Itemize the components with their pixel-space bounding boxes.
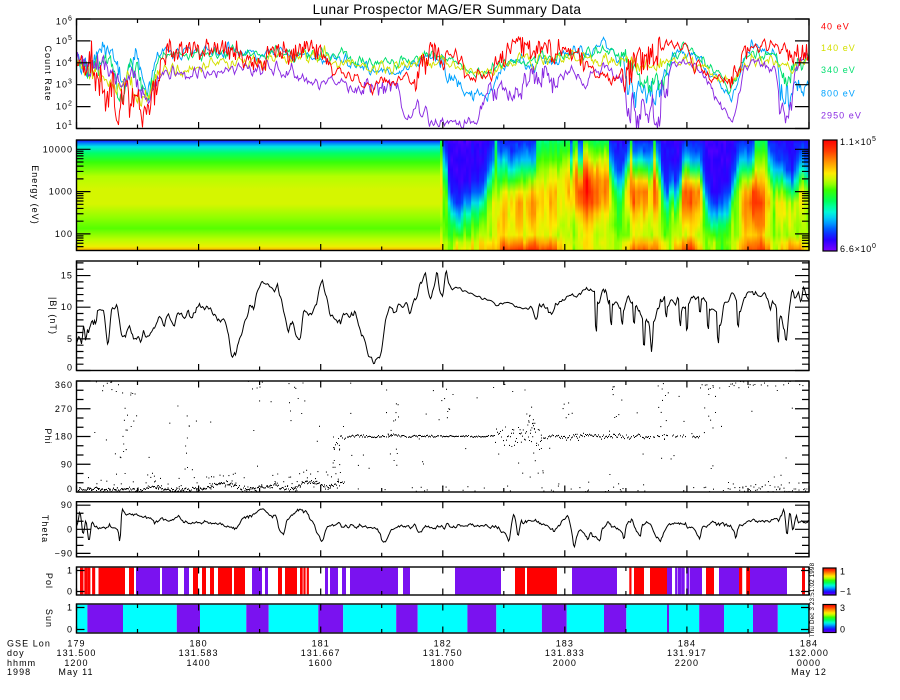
svg-text:131.917: 131.917 — [667, 648, 707, 658]
svg-text:1400: 1400 — [186, 658, 210, 668]
svg-text:40 eV: 40 eV — [821, 22, 850, 32]
svg-text:179: 179 — [67, 638, 85, 648]
svg-text:|B| (nT): |B| (nT) — [48, 297, 58, 335]
svg-text:2950 eV: 2950 eV — [821, 111, 862, 121]
svg-text:131.500: 131.500 — [57, 648, 97, 658]
svg-text:184: 184 — [800, 638, 818, 648]
svg-text:1: 1 — [840, 567, 846, 577]
svg-text:GSE Lon: GSE Lon — [7, 638, 51, 648]
svg-text:132.000: 132.000 — [789, 648, 829, 658]
svg-text:181: 181 — [312, 638, 330, 648]
svg-text:131.750: 131.750 — [423, 648, 463, 658]
svg-text:−1: −1 — [840, 587, 852, 597]
svg-text:131.667: 131.667 — [301, 648, 341, 658]
svg-text:0: 0 — [67, 625, 73, 635]
svg-text:270: 270 — [55, 404, 73, 414]
svg-text:0: 0 — [67, 524, 73, 534]
svg-text:0: 0 — [67, 363, 73, 373]
svg-text:800 eV: 800 eV — [821, 89, 856, 99]
svg-text:May 12: May 12 — [791, 667, 827, 677]
svg-text:0: 0 — [840, 625, 846, 635]
svg-text:Thu Dec 3 23:51:02 1998: Thu Dec 3 23:51:02 1998 — [809, 562, 816, 637]
svg-text:1: 1 — [67, 603, 73, 613]
svg-text:131.583: 131.583 — [179, 648, 219, 658]
svg-text:May 11: May 11 — [58, 667, 93, 677]
svg-text:−90: −90 — [55, 548, 73, 558]
svg-text:1: 1 — [67, 566, 73, 576]
svg-text:2000: 2000 — [553, 658, 577, 668]
svg-text:0: 0 — [67, 484, 73, 494]
svg-text:10: 10 — [61, 302, 73, 312]
svg-text:1.1×105: 1.1×105 — [840, 136, 877, 147]
svg-text:180: 180 — [189, 638, 207, 648]
svg-text:Phi: Phi — [43, 428, 53, 444]
svg-text:100: 100 — [55, 229, 73, 239]
svg-text:10000: 10000 — [43, 144, 73, 154]
svg-text:0: 0 — [67, 587, 73, 597]
svg-text:2200: 2200 — [675, 658, 699, 668]
svg-text:3: 3 — [840, 603, 846, 613]
svg-text:183: 183 — [556, 638, 574, 648]
svg-text:Energy (eV): Energy (eV) — [30, 165, 40, 225]
svg-text:182: 182 — [434, 638, 452, 648]
svg-text:340 eV: 340 eV — [821, 65, 856, 75]
svg-text:Sun: Sun — [44, 609, 54, 628]
svg-text:140 eV: 140 eV — [821, 43, 856, 53]
svg-text:Theta: Theta — [40, 515, 50, 543]
svg-text:90: 90 — [61, 459, 73, 469]
svg-text:360: 360 — [55, 380, 73, 390]
svg-text:Lunar Prospector MAG/ER Summar: Lunar Prospector MAG/ER Summary Data — [313, 2, 582, 17]
svg-text:6.6×100: 6.6×100 — [840, 243, 877, 254]
svg-text:184: 184 — [678, 638, 696, 648]
svg-text:5: 5 — [67, 334, 73, 344]
svg-text:90: 90 — [61, 500, 73, 510]
svg-text:1800: 1800 — [431, 658, 455, 668]
svg-text:180: 180 — [55, 432, 73, 442]
svg-text:1600: 1600 — [309, 658, 333, 668]
svg-text:131.833: 131.833 — [545, 648, 585, 658]
svg-text:1000: 1000 — [49, 187, 73, 197]
svg-text:1998: 1998 — [7, 667, 31, 677]
svg-text:doy: doy — [7, 648, 25, 658]
svg-text:15: 15 — [61, 271, 73, 281]
svg-text:Pol: Pol — [44, 573, 54, 589]
svg-text:Count Rate: Count Rate — [43, 45, 53, 101]
